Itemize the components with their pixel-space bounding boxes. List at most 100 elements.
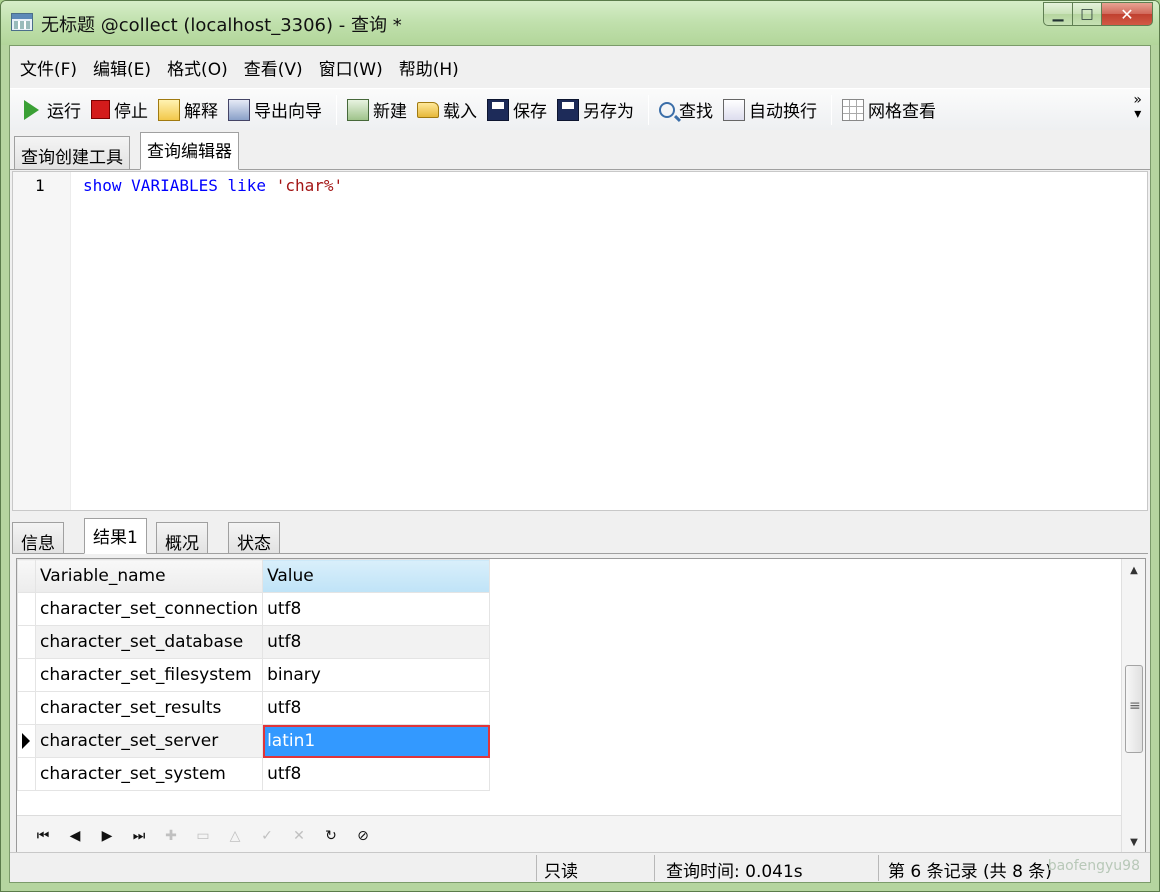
search-icon: [659, 101, 675, 118]
tab-profile[interactable]: 概况: [156, 522, 208, 554]
row-indicator: [17, 724, 36, 758]
column-header-value[interactable]: Value: [262, 559, 491, 593]
stop-label: 停止: [114, 102, 148, 122]
find-label: 查找: [679, 102, 713, 122]
word-wrap-button[interactable]: 自动换行: [723, 95, 817, 125]
cell-value[interactable]: binary: [262, 658, 491, 692]
add-record-icon[interactable]: ✚: [155, 828, 187, 844]
last-record-icon[interactable]: ⏭: [123, 828, 155, 844]
table-row[interactable]: character_set_filesystem binary: [17, 658, 491, 692]
toolbar-overflow-button[interactable]: » ▾: [1133, 93, 1142, 121]
export-wizard-label: 导出向导: [254, 102, 322, 122]
table-row[interactable]: character_set_system utf8: [17, 757, 491, 791]
result-table: Variable_name Value character_set_connec…: [17, 559, 491, 791]
cell-value[interactable]: utf8: [262, 757, 491, 791]
table-header-row: Variable_name Value: [17, 559, 491, 593]
cell-variable-name[interactable]: character_set_results: [34, 691, 264, 725]
tab-query-builder[interactable]: 查询创建工具: [14, 136, 130, 170]
cell-value[interactable]: utf8: [262, 691, 491, 725]
tab-status[interactable]: 状态: [228, 522, 280, 554]
cell-variable-name[interactable]: character_set_server: [34, 724, 264, 758]
edit-record-icon[interactable]: △: [219, 828, 251, 844]
sql-code-line[interactable]: show VARIABLES like 'char%': [83, 176, 343, 195]
new-button[interactable]: 新建: [347, 95, 407, 125]
run-label: 运行: [47, 102, 81, 122]
menu-view[interactable]: 查看(V): [244, 55, 303, 80]
apply-icon[interactable]: ✓: [251, 828, 283, 844]
menu-window[interactable]: 窗口(W): [319, 55, 383, 80]
vertical-scrollbar[interactable]: ▲ ▼: [1121, 559, 1145, 855]
table-row[interactable]: character_set_results utf8: [17, 691, 491, 725]
prev-record-icon[interactable]: ◀: [59, 828, 91, 844]
minimize-icon: ▁: [1052, 6, 1064, 22]
watermark: baofengyu98: [1047, 858, 1140, 874]
export-icon: [228, 98, 250, 121]
sql-keyword: like: [227, 176, 267, 195]
close-button[interactable]: ✕: [1101, 2, 1153, 26]
maximize-button[interactable]: □: [1072, 2, 1102, 26]
status-query-time: 查询时间: 0.041s: [666, 862, 803, 882]
sql-string: 'char%': [275, 176, 344, 195]
explain-icon: [158, 98, 180, 121]
run-button[interactable]: 运行: [22, 95, 81, 125]
save-button[interactable]: 保存: [487, 95, 547, 125]
export-wizard-button[interactable]: 导出向导: [228, 95, 322, 125]
next-record-icon[interactable]: ▶: [91, 828, 123, 844]
row-indicator-header: [17, 559, 36, 593]
result-grid-panel: Variable_name Value character_set_connec…: [16, 558, 1146, 856]
table-row[interactable]: character_set_database utf8: [17, 625, 491, 659]
column-header-variable-name[interactable]: Variable_name: [34, 559, 264, 593]
cell-value[interactable]: utf8: [262, 592, 491, 626]
menu-format[interactable]: 格式(O): [167, 55, 228, 80]
window-controls: ▁ □ ✕: [1043, 2, 1153, 26]
menu-edit[interactable]: 编辑(E): [93, 55, 151, 80]
menu-bar: 文件(F) 编辑(E) 格式(O) 查看(V) 窗口(W) 帮助(H): [10, 46, 1150, 88]
new-label: 新建: [373, 102, 407, 122]
toolbar-separator: [831, 94, 832, 125]
new-query-icon: [347, 98, 369, 121]
cell-variable-name[interactable]: character_set_system: [34, 757, 264, 791]
save-as-button[interactable]: 另存为: [557, 95, 634, 125]
grid-icon: [842, 98, 864, 121]
row-indicator: [17, 658, 36, 692]
table-row-selected[interactable]: character_set_server latin1: [17, 724, 491, 758]
scroll-up-icon[interactable]: ▲: [1122, 561, 1146, 581]
window-title: 无标题 @collect (localhost_3306) - 查询 *: [41, 15, 402, 36]
tab-query-editor[interactable]: 查询编辑器: [140, 132, 239, 170]
cell-value-selected[interactable]: latin1: [262, 724, 491, 758]
scroll-down-icon[interactable]: ▼: [1122, 833, 1146, 853]
title-bar[interactable]: 无标题 @collect (localhost_3306) - 查询 * ▁ □…: [1, 1, 1159, 45]
word-wrap-label: 自动换行: [749, 102, 817, 122]
toolbar-separator: [336, 94, 337, 125]
status-record-count: 第 6 条记录 (共 8 条): [888, 862, 1052, 882]
cell-value[interactable]: utf8: [262, 625, 491, 659]
menu-file[interactable]: 文件(F): [20, 55, 77, 80]
client-area: 文件(F) 编辑(E) 格式(O) 查看(V) 窗口(W) 帮助(H) 运行 停…: [9, 45, 1151, 883]
refresh-icon[interactable]: ↻: [315, 828, 347, 844]
cell-variable-name[interactable]: character_set_database: [34, 625, 264, 659]
grid-view-label: 网格查看: [868, 102, 936, 122]
scrollbar-thumb[interactable]: [1125, 665, 1143, 753]
minimize-button[interactable]: ▁: [1043, 2, 1073, 26]
table-row[interactable]: character_set_connection utf8: [17, 592, 491, 626]
load-button[interactable]: 载入: [417, 95, 477, 125]
grid-view-button[interactable]: 网格查看: [842, 95, 936, 125]
tab-info[interactable]: 信息: [12, 522, 64, 554]
cell-variable-name[interactable]: character_set_connection: [34, 592, 264, 626]
sql-editor[interactable]: 1 show VARIABLES like 'char%': [12, 171, 1148, 511]
stop-button[interactable]: 停止: [91, 95, 148, 125]
find-button[interactable]: 查找: [659, 95, 713, 125]
cell-variable-name[interactable]: character_set_filesystem: [34, 658, 264, 692]
editor-tab-strip: 查询创建工具 查询编辑器: [10, 132, 1150, 170]
stop-icon[interactable]: ⊘: [347, 828, 379, 844]
status-bar: 只读 查询时间: 0.041s 第 6 条记录 (共 8 条) baofengy…: [10, 852, 1150, 882]
tab-result1[interactable]: 结果1: [84, 518, 147, 554]
line-number-gutter: 1: [13, 172, 71, 510]
explain-button[interactable]: 解释: [158, 95, 218, 125]
cancel-icon[interactable]: ✕: [283, 828, 315, 844]
row-indicator: [17, 691, 36, 725]
first-record-icon[interactable]: ⏮: [27, 828, 59, 844]
delete-record-icon[interactable]: ▭: [187, 828, 219, 844]
menu-help[interactable]: 帮助(H): [399, 55, 459, 80]
result-grid[interactable]: Variable_name Value character_set_connec…: [17, 559, 491, 791]
